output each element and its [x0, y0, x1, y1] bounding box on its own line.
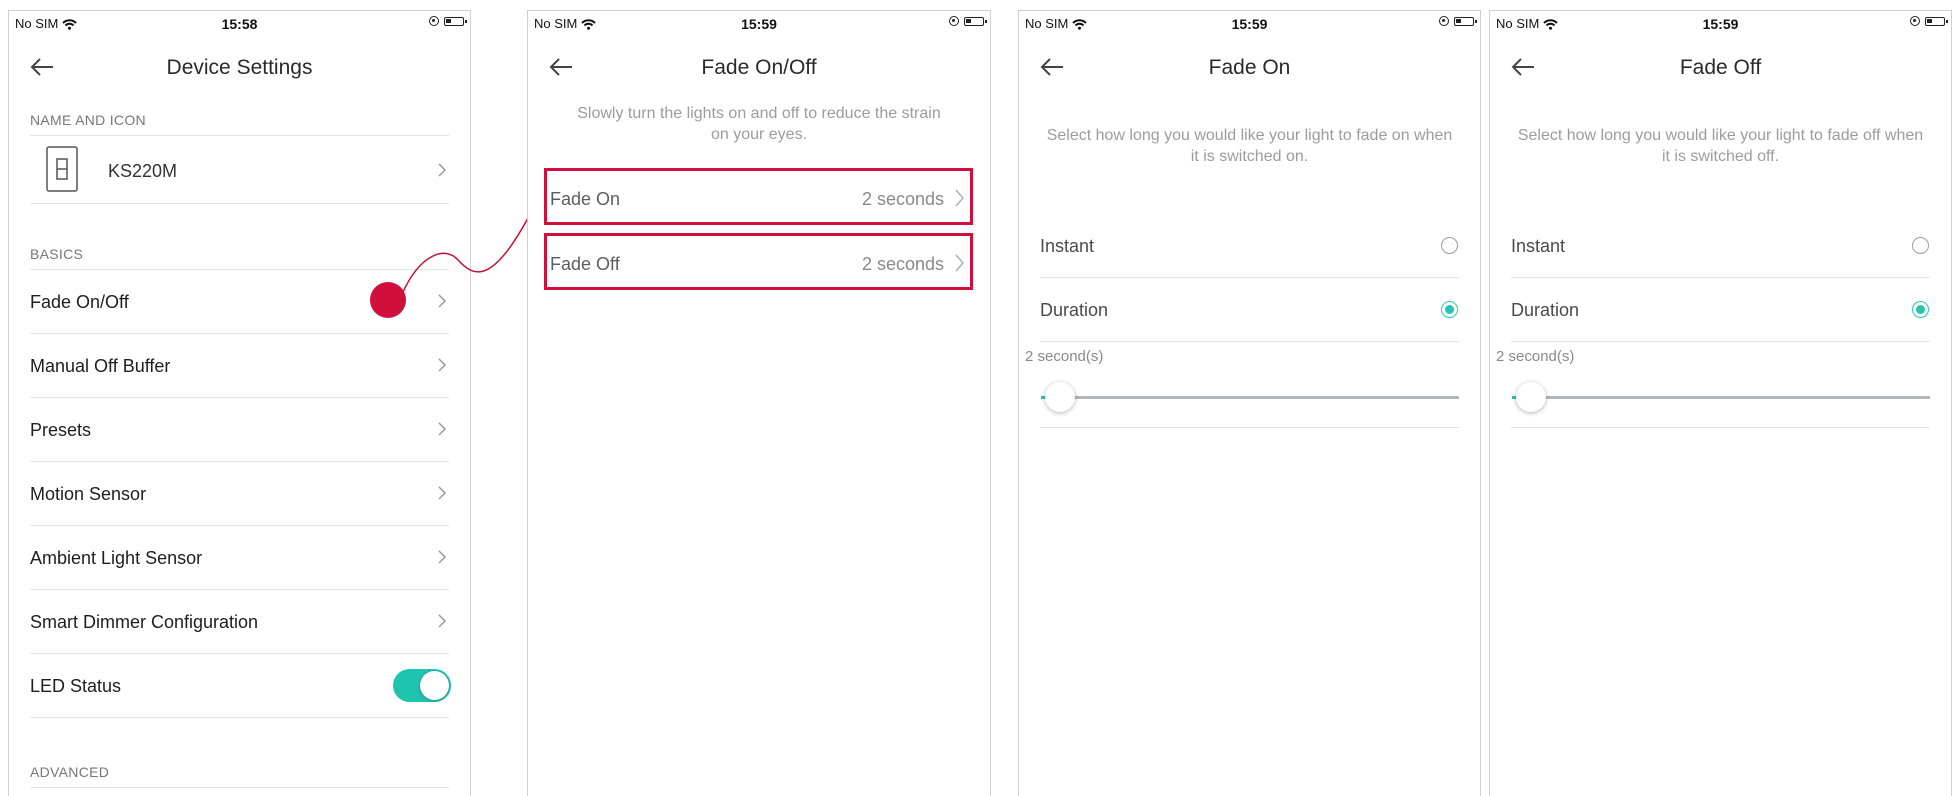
- nav-header: Fade On/Off: [528, 51, 990, 85]
- toggle-thumb: [420, 671, 449, 700]
- option-label: Duration: [1040, 300, 1109, 320]
- status-time: 15:59: [741, 16, 777, 32]
- option-instant[interactable]: Instant: [1040, 214, 1459, 278]
- row-label: Fade Off: [550, 254, 620, 274]
- fade-off-screen: No SIM 15:59 Fade Off Select how long yo…: [1489, 10, 1952, 796]
- chevron-right-icon: [438, 163, 447, 177]
- chevron-right-icon: [438, 486, 447, 500]
- page-description: Select how long you would like your ligh…: [1517, 127, 1924, 165]
- callout-connector: [402, 217, 529, 293]
- chevron-right-icon: [955, 254, 964, 272]
- fade-on-row[interactable]: Fade On 2 seconds: [544, 168, 973, 225]
- fade-on-screen: No SIM 15:59 Fade On Select how long you…: [1018, 10, 1481, 796]
- row-label: Manual Off Buffer: [30, 356, 171, 376]
- status-time: 15:59: [1702, 16, 1739, 32]
- option-label: Instant: [1040, 236, 1095, 256]
- section-basics: BASICS: [30, 246, 84, 262]
- nav-header: Device Settings: [9, 51, 470, 85]
- option-instant[interactable]: Instant: [1511, 214, 1930, 278]
- page-description: Select how long you would like your ligh…: [1046, 127, 1453, 165]
- settings-row-smart-dimmer-configuration[interactable]: Smart Dimmer Configuration: [30, 590, 449, 654]
- fade-off-row[interactable]: Fade Off 2 seconds: [544, 233, 973, 290]
- settings-row-presets[interactable]: Presets: [30, 398, 449, 462]
- status-bar: No SIM 15:59: [1490, 13, 1951, 35]
- nav-header: Fade Off: [1490, 51, 1951, 85]
- battery-icon: [1454, 16, 1477, 26]
- chevron-right-icon: [438, 614, 447, 628]
- option-label: Instant: [1511, 236, 1566, 256]
- status-time: 15:58: [221, 16, 258, 32]
- battery-icon: [964, 16, 987, 26]
- row-label: Ambient Light Sensor: [30, 548, 203, 568]
- orientation-lock-icon: [429, 16, 439, 26]
- page-description: Slowly turn the lights on and off to red…: [577, 105, 941, 143]
- duration-slider-track[interactable]: [1041, 396, 1459, 399]
- chevron-right-icon: [438, 422, 447, 436]
- row-label: LED Status: [30, 676, 122, 696]
- radio-instant[interactable]: [1441, 237, 1458, 254]
- nav-header: Fade On: [1019, 51, 1480, 85]
- device-settings-screen: No SIM 15:58 Device Settings NAME AND IC…: [8, 10, 471, 796]
- callout-marker: [370, 282, 406, 318]
- radio-instant[interactable]: [1912, 237, 1929, 254]
- row-label: Motion Sensor: [30, 484, 147, 504]
- row-value: 2 seconds: [861, 254, 944, 274]
- row-label: Fade On/Off: [30, 292, 129, 312]
- option-duration[interactable]: Duration: [1511, 278, 1930, 342]
- option-duration[interactable]: Duration: [1040, 278, 1459, 342]
- slider-value-label: 2 second(s): [1496, 348, 1575, 365]
- divider: [1040, 427, 1459, 428]
- device-name: KS220M: [108, 161, 178, 181]
- option-label: Duration: [1511, 300, 1580, 320]
- chevron-right-icon: [438, 550, 447, 564]
- chevron-right-icon: [438, 358, 447, 372]
- orientation-lock-icon: [949, 16, 959, 26]
- orientation-lock-icon: [1439, 16, 1449, 26]
- battery-icon: [444, 16, 467, 26]
- battery-icon: [1925, 16, 1948, 26]
- page-title: Fade On/Off: [701, 56, 817, 79]
- duration-slider-thumb[interactable]: [1516, 382, 1546, 412]
- row-value: 2 seconds: [861, 189, 944, 209]
- device-name-row[interactable]: KS220M: [30, 136, 449, 204]
- settings-row-manual-off-buffer[interactable]: Manual Off Buffer: [30, 334, 449, 398]
- radio-duration[interactable]: [1912, 301, 1929, 318]
- divider: [30, 787, 449, 788]
- page-title: Device Settings: [166, 56, 313, 79]
- row-label: Smart Dimmer Configuration: [30, 612, 259, 632]
- duration-slider-thumb[interactable]: [1045, 382, 1075, 412]
- row-label: Fade On: [550, 189, 621, 209]
- radio-duration[interactable]: [1441, 301, 1458, 318]
- page-title: Fade On: [1208, 56, 1291, 79]
- row-label: Presets: [30, 420, 92, 440]
- divider: [1511, 427, 1930, 428]
- status-bar: No SIM 15:59: [528, 13, 990, 35]
- section-advanced: ADVANCED: [30, 764, 110, 780]
- section-name-and-icon: NAME AND ICON: [30, 112, 146, 128]
- duration-slider-track[interactable]: [1512, 396, 1930, 399]
- status-bar: No SIM 15:59: [1019, 13, 1480, 35]
- settings-row-led-status: LED Status: [30, 654, 451, 718]
- settings-row-ambient-light-sensor[interactable]: Ambient Light Sensor: [30, 526, 449, 590]
- light-switch-icon: [46, 146, 78, 192]
- page-title: Fade Off: [1679, 56, 1762, 79]
- fade-on-off-screen: No SIM 15:59 Fade On/Off Slowly turn the…: [527, 10, 991, 796]
- status-bar: No SIM 15:58: [9, 13, 470, 35]
- settings-row-motion-sensor[interactable]: Motion Sensor: [30, 462, 449, 526]
- orientation-lock-icon: [1910, 16, 1920, 26]
- slider-value-label: 2 second(s): [1025, 348, 1104, 365]
- led-status-toggle[interactable]: [393, 669, 451, 702]
- chevron-right-icon: [955, 189, 964, 207]
- status-time: 15:59: [1231, 16, 1268, 32]
